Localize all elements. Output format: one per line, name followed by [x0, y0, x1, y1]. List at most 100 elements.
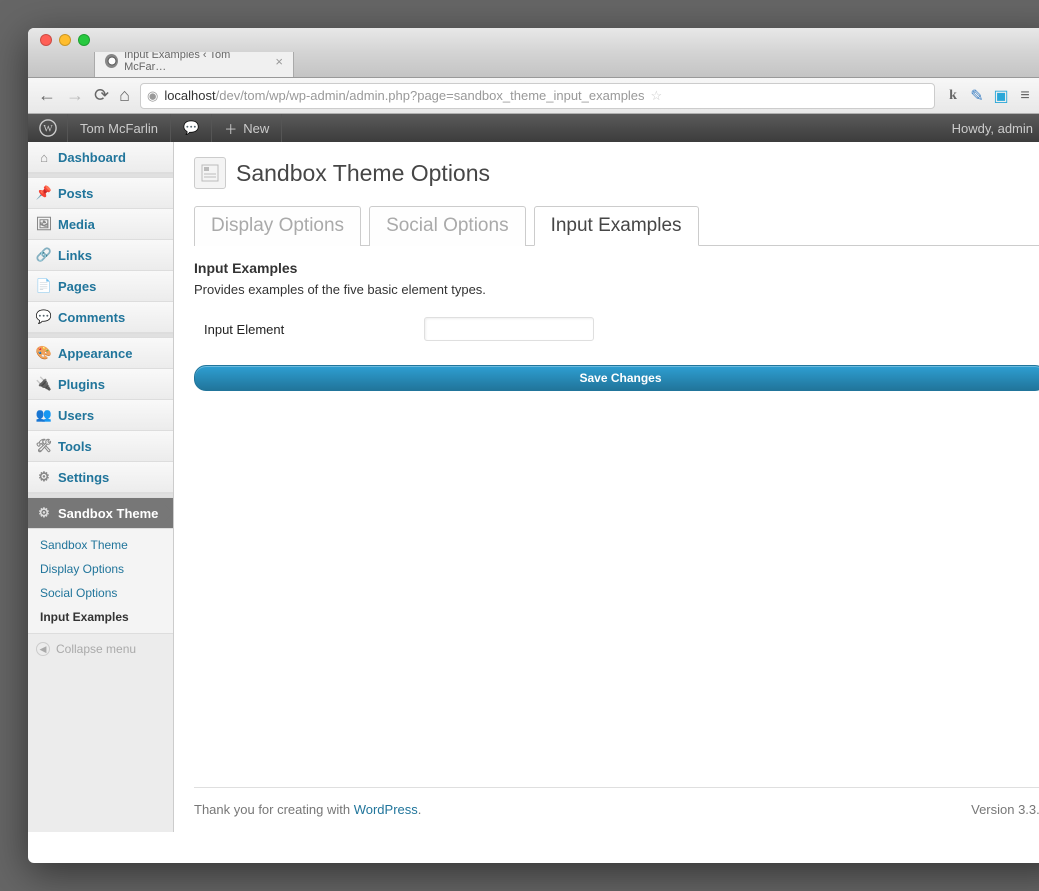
submenu-item-social-options[interactable]: Social Options [28, 581, 173, 605]
submenu-item-display-options[interactable]: Display Options [28, 557, 173, 581]
svg-text:W: W [43, 124, 53, 135]
tools-icon: 🛠 [36, 438, 52, 454]
collapse-icon: ◀ [36, 642, 50, 656]
sidebar-label: Dashboard [58, 150, 126, 165]
sidebar-item-settings[interactable]: ⚙Settings [28, 462, 173, 493]
footer-version: Version 3.3.1 [971, 802, 1039, 817]
dashboard-icon: ⌂ [36, 149, 52, 165]
sidebar-label: Posts [58, 186, 93, 201]
page-title: Sandbox Theme Options [236, 160, 490, 187]
sidebar-item-posts[interactable]: 📌 Posts [28, 178, 173, 209]
wp-admin-bar: W Tom McFarlin 💬 ＋ New Howdy, admin [28, 114, 1039, 142]
wordpress-logo-icon[interactable]: W [28, 114, 68, 142]
extension-icons: k ✎ ▣ ≡ 🔧 [945, 88, 1039, 104]
sidebar-label: Links [58, 248, 92, 263]
bookmark-star-icon[interactable]: ☆ [651, 88, 663, 104]
comments-icon: 💬 [36, 309, 52, 325]
home-button[interactable]: ⌂ [119, 85, 130, 106]
sidebar-label: Sandbox Theme [58, 506, 158, 521]
url-text: localhost/dev/tom/wp/wp-admin/admin.php?… [164, 88, 644, 103]
form-label: Input Element [204, 322, 424, 337]
adminbar-site-name[interactable]: Tom McFarlin [68, 114, 171, 142]
media-icon: 🖼 [36, 216, 52, 232]
form-row-input-element: Input Element [194, 317, 1039, 341]
adminbar-comments[interactable]: 💬 [171, 114, 212, 142]
wp-content: Sandbox Theme Options Display Options So… [174, 142, 1039, 832]
greeting-label: Howdy, admin [952, 121, 1033, 136]
sidebar-item-plugins[interactable]: 🔌 Plugins [28, 369, 173, 400]
back-button[interactable]: ← [38, 85, 56, 106]
footer-thanks-pre: Thank you for creating with [194, 802, 354, 817]
zoom-window-button[interactable] [78, 34, 90, 46]
appearance-icon: 🎨 [36, 345, 52, 361]
sidebar-item-dashboard[interactable]: ⌂ Dashboard [28, 142, 173, 173]
footer-thanks-post: . [418, 802, 422, 817]
tab-close-icon[interactable]: × [275, 54, 283, 69]
section-title: Input Examples [194, 260, 1039, 276]
input-element-field[interactable] [424, 317, 594, 341]
extension-image-icon[interactable]: ▣ [993, 88, 1009, 104]
sidebar-item-tools[interactable]: 🛠 Tools [28, 431, 173, 462]
extension-k-icon[interactable]: k [945, 88, 961, 104]
page-icon: 📄 [36, 278, 52, 294]
options-icon [194, 157, 226, 189]
sidebar-item-pages[interactable]: 📄Pages [28, 271, 173, 302]
browser-window: ⤢ Input Examples ‹ Tom McFar… × ← → ⟳ ⌂ … [28, 28, 1039, 863]
sidebar-label: Comments [58, 310, 125, 325]
pin-icon: 📌 [36, 185, 52, 201]
wp-body: ⌂ Dashboard 📌 Posts 🖼 Media 🔗 Links 📄Pages 💬… [28, 142, 1039, 832]
tab-title: Input Examples ‹ Tom McFar… [124, 49, 265, 73]
sidebar-label: Tools [58, 439, 92, 454]
extension-layers-icon[interactable]: ≡ [1017, 88, 1033, 104]
plugin-icon: 🔌 [36, 376, 52, 392]
section-description: Provides examples of the five basic elem… [194, 282, 1039, 297]
close-window-button[interactable] [40, 34, 52, 46]
sidebar-label: Settings [58, 470, 109, 485]
wp-sidebar: ⌂ Dashboard 📌 Posts 🖼 Media 🔗 Links 📄Pages 💬… [28, 142, 174, 832]
new-label: New [243, 121, 269, 136]
page-heading: Sandbox Theme Options [194, 157, 1039, 189]
forward-button[interactable]: → [66, 85, 84, 106]
tab-display-options[interactable]: Display Options [194, 206, 361, 246]
submenu-item-input-examples[interactable]: Input Examples [28, 605, 173, 629]
tab-social-options[interactable]: Social Options [369, 206, 526, 246]
adminbar-new[interactable]: ＋ New [212, 114, 282, 142]
sidebar-item-sandbox-theme[interactable]: ⚙ Sandbox Theme [28, 498, 173, 529]
tabs: Display Options Social Options Input Exa… [194, 205, 1039, 246]
sidebar-label: Plugins [58, 377, 105, 392]
wordpress-link[interactable]: WordPress [354, 802, 418, 817]
link-icon: 🔗 [36, 247, 52, 263]
sidebar-item-links[interactable]: 🔗 Links [28, 240, 173, 271]
sidebar-item-appearance[interactable]: 🎨 Appearance [28, 338, 173, 369]
minimize-window-button[interactable] [59, 34, 71, 46]
reload-button[interactable]: ⟳ [94, 85, 109, 106]
adminbar-account[interactable]: Howdy, admin [942, 120, 1039, 136]
url-path: /dev/tom/wp/wp-admin/admin.php?page=sand… [216, 88, 645, 103]
browser-toolbar: ← → ⟳ ⌂ ◉ localhost/dev/tom/wp/wp-admin/… [28, 78, 1039, 114]
collapse-label: Collapse menu [56, 642, 136, 656]
gear-icon: ⚙ [36, 505, 52, 521]
sidebar-label: Media [58, 217, 95, 232]
site-name-label: Tom McFarlin [80, 121, 158, 136]
plus-icon: ＋ [224, 119, 237, 138]
window-titlebar: ⤢ [28, 28, 1039, 52]
collapse-menu-button[interactable]: ◀ Collapse menu [28, 634, 173, 664]
footer-thanks: Thank you for creating with WordPress. [194, 802, 421, 817]
sidebar-item-users[interactable]: 👥Users [28, 400, 173, 431]
comment-icon: 💬 [183, 120, 199, 136]
footer: Thank you for creating with WordPress. V… [194, 787, 1039, 817]
submenu-item-sandbox-theme[interactable]: Sandbox Theme [28, 533, 173, 557]
sidebar-item-comments[interactable]: 💬 Comments [28, 302, 173, 333]
extension-eyedropper-icon[interactable]: ✎ [969, 88, 985, 104]
tab-input-examples[interactable]: Input Examples [534, 206, 699, 246]
globe-icon: ◉ [147, 88, 158, 104]
url-bar[interactable]: ◉ localhost/dev/tom/wp/wp-admin/admin.ph… [140, 83, 935, 109]
sidebar-submenu: Sandbox Theme Display Options Social Opt… [28, 529, 173, 634]
sidebar-label: Users [58, 408, 94, 423]
save-changes-button[interactable]: Save Changes [194, 365, 1039, 391]
url-host: localhost [164, 88, 215, 103]
sidebar-label: Appearance [58, 346, 132, 361]
browser-tabbar: Input Examples ‹ Tom McFar… × [28, 52, 1039, 78]
sidebar-item-media[interactable]: 🖼 Media [28, 209, 173, 240]
traffic-lights [40, 34, 90, 46]
